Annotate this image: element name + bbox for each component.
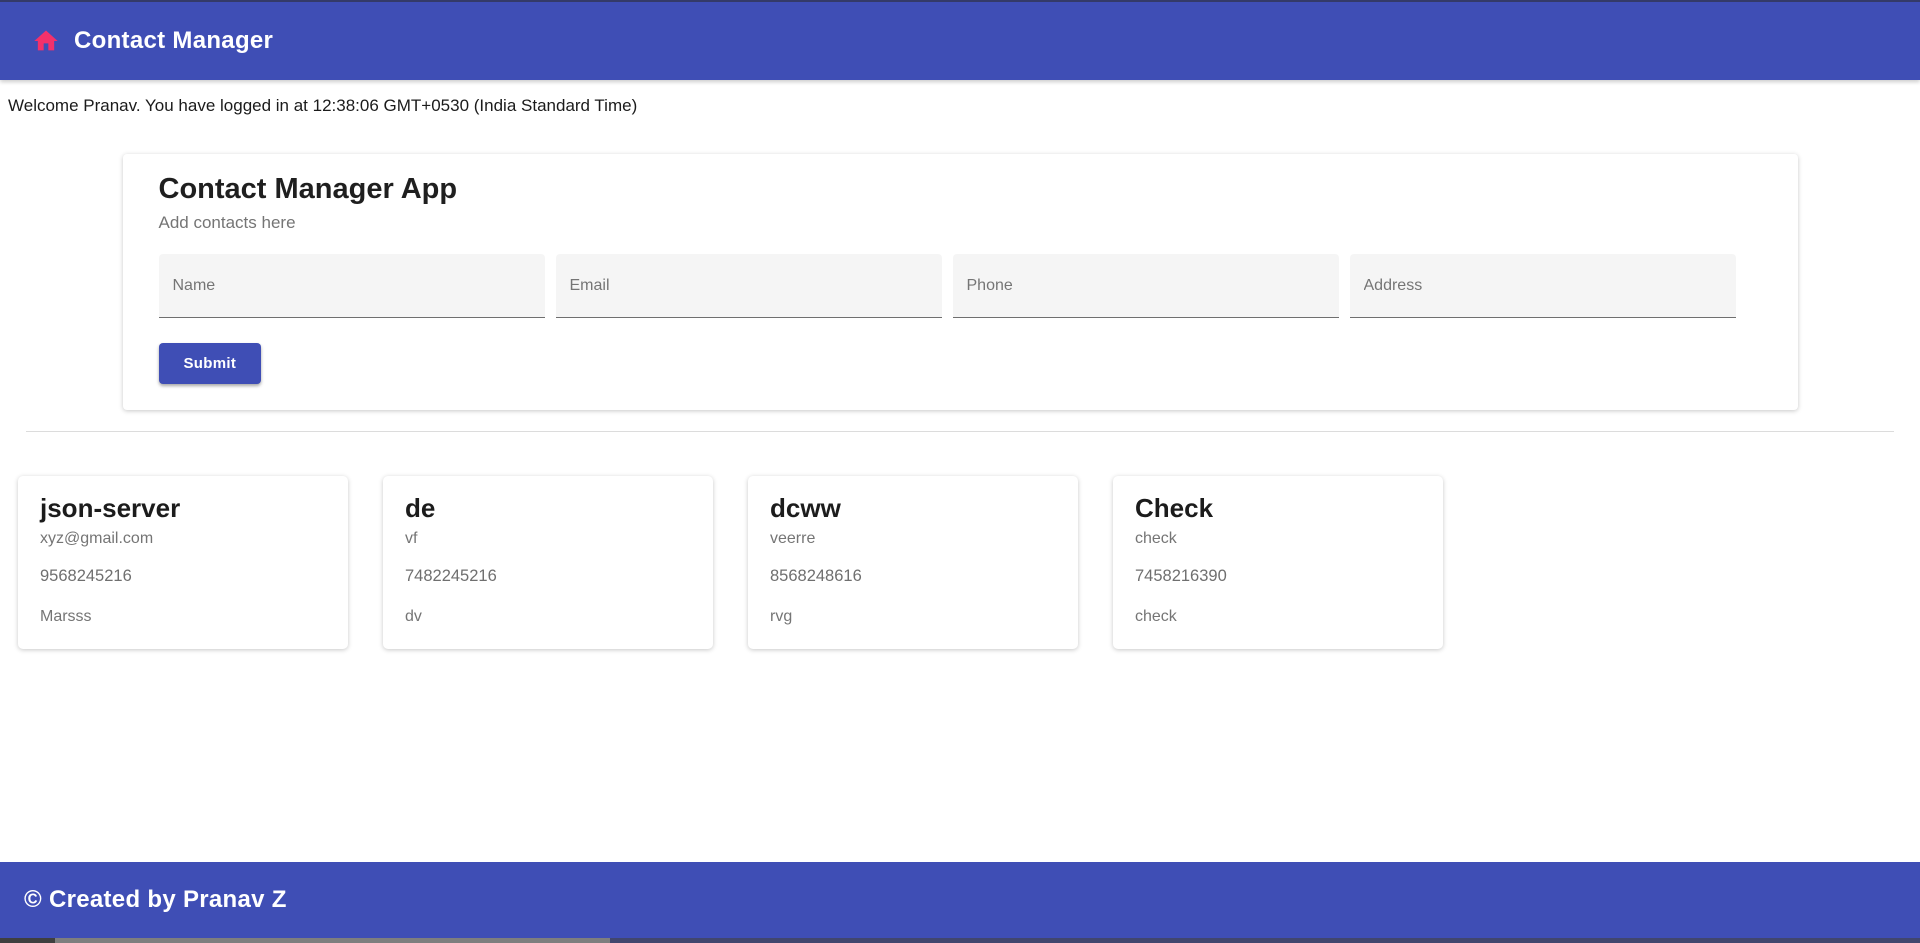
address-input[interactable]	[1350, 254, 1736, 318]
horizontal-scrollbar[interactable]	[0, 938, 1920, 943]
contact-form-card: Contact Manager App Add contacts here Su…	[123, 154, 1798, 410]
contact-card: json-server xyz@gmail.com 9568245216 Mar…	[18, 476, 348, 649]
contact-email: veerre	[770, 528, 1056, 549]
contact-address: dv	[405, 606, 691, 627]
scrollbar-thumb[interactable]	[55, 938, 610, 943]
contact-name: Check	[1135, 492, 1421, 524]
scrollbar-corner	[0, 938, 55, 943]
section-divider	[26, 431, 1894, 432]
contact-name: dcww	[770, 492, 1056, 524]
contacts-list: json-server xyz@gmail.com 9568245216 Mar…	[0, 476, 1920, 649]
welcome-message: Welcome Pranav. You have logged in at 12…	[8, 96, 1920, 116]
phone-input[interactable]	[953, 254, 1339, 318]
contact-phone: 9568245216	[40, 566, 326, 587]
home-icon[interactable]	[32, 27, 60, 55]
contact-address: check	[1135, 606, 1421, 627]
name-input[interactable]	[159, 254, 545, 318]
contact-name: json-server	[40, 492, 326, 524]
main-content: Welcome Pranav. You have logged in at 12…	[0, 80, 1920, 862]
form-card-subtitle: Add contacts here	[159, 212, 1762, 233]
app-footer: © Created by Pranav Z	[0, 862, 1920, 938]
app-title: Contact Manager	[74, 27, 273, 55]
contact-address: Marsss	[40, 606, 326, 627]
email-input[interactable]	[556, 254, 942, 318]
contact-address: rvg	[770, 606, 1056, 627]
form-card-title: Contact Manager App	[159, 172, 1762, 207]
contact-phone: 7458216390	[1135, 566, 1421, 587]
contact-phone: 8568248616	[770, 566, 1056, 587]
contact-card: de vf 7482245216 dv	[383, 476, 713, 649]
contact-form-fields	[159, 254, 1762, 318]
submit-button[interactable]: Submit	[159, 343, 262, 384]
footer-credit: © Created by Pranav Z	[24, 886, 287, 914]
contact-card: Check check 7458216390 check	[1113, 476, 1443, 649]
contact-email: xyz@gmail.com	[40, 528, 326, 549]
app-navbar: Contact Manager	[0, 0, 1920, 80]
contact-email: vf	[405, 528, 691, 549]
contact-name: de	[405, 492, 691, 524]
contact-email: check	[1135, 528, 1421, 549]
contact-phone: 7482245216	[405, 566, 691, 587]
contact-card: dcww veerre 8568248616 rvg	[748, 476, 1078, 649]
